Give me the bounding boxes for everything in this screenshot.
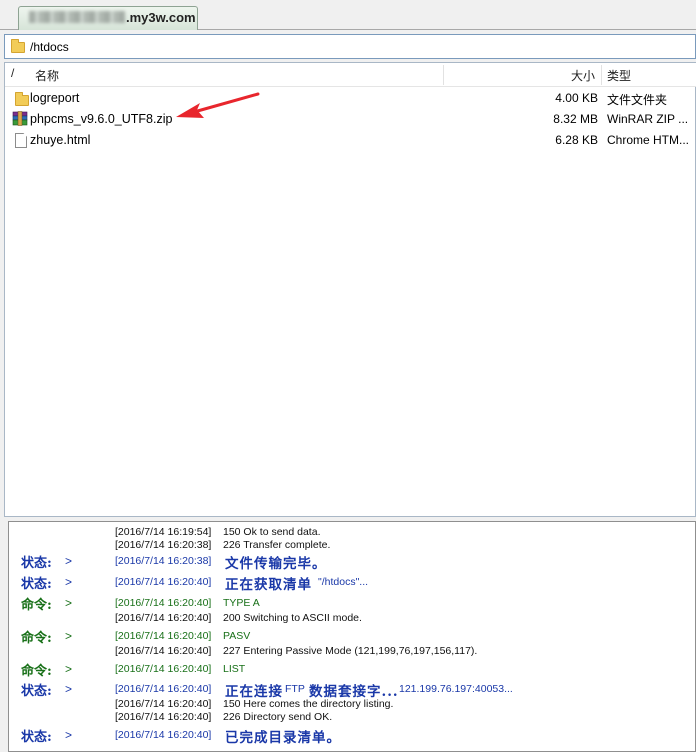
log-timestamp: [2016/7/14 16:20:40] — [115, 612, 212, 624]
file-type: 文件文件夹 — [607, 93, 668, 107]
log-timestamp: [2016/7/14 16:20:40] — [115, 576, 212, 588]
log-timestamp: [2016/7/14 16:20:40] — [115, 711, 212, 723]
file-size: 6.28 KB — [555, 133, 598, 147]
log-timestamp: [2016/7/14 16:20:40] — [115, 630, 212, 642]
log-message: 226 Transfer complete. — [223, 539, 331, 551]
connection-tab-strip: .my3w.com — [0, 0, 696, 30]
log-label: 状态: — [21, 577, 52, 592]
rar-archive-icon — [12, 111, 28, 126]
log-label: 命令: — [21, 598, 52, 613]
log-message-detail: "/htdocs"... — [318, 576, 369, 588]
file-row-phpcms-zip[interactable]: phpcms_v9.6.0_UTF8.zip 8.32 MB WinRAR ZI… — [5, 109, 696, 130]
file-size: 4.00 KB — [555, 91, 598, 105]
connection-tab-label: .my3w.com — [126, 10, 196, 25]
log-prompt: > — [65, 682, 73, 696]
log-message: 数据套接字... — [309, 684, 399, 700]
remote-path-bar[interactable]: /htdocs — [4, 34, 696, 59]
log-message: 150 Ok to send data. — [223, 526, 321, 538]
log-timestamp: [2016/7/14 16:20:38] — [115, 555, 212, 567]
file-name: phpcms_v9.6.0_UTF8.zip — [30, 112, 173, 126]
log-timestamp: [2016/7/14 16:20:40] — [115, 698, 212, 710]
remote-file-list[interactable]: / 名称 大小 类型 logreport 4.00 KB 文件文件夹 phpcm… — [4, 62, 696, 517]
log-message: 150 Here comes the directory listing. — [223, 698, 394, 710]
log-message-detail: FTP — [285, 683, 305, 695]
log-message: 227 Entering Passive Mode (121,199,76,19… — [223, 645, 478, 657]
log-message: 226 Directory send OK. — [223, 711, 333, 723]
log-message: LIST — [223, 663, 246, 675]
log-message: 200 Switching to ASCII mode. — [223, 612, 362, 624]
file-name: zhuye.html — [30, 133, 91, 147]
log-timestamp: [2016/7/14 16:20:40] — [115, 683, 212, 695]
log-timestamp: [2016/7/14 16:20:40] — [115, 729, 212, 741]
log-message: 正在连接 — [225, 684, 283, 700]
file-type: WinRAR ZIP ... — [607, 112, 689, 126]
column-header-size[interactable]: 大小 — [571, 67, 595, 84]
file-list-header: / 名称 大小 类型 — [5, 63, 696, 87]
log-message: TYPE A — [223, 597, 260, 609]
column-separator[interactable] — [443, 65, 444, 85]
log-label: 状态: — [21, 730, 52, 745]
log-prompt: > — [65, 575, 73, 589]
log-prompt: > — [65, 596, 73, 610]
log-prompt: > — [65, 554, 73, 568]
log-timestamp: [2016/7/14 16:20:40] — [115, 645, 212, 657]
log-message: 已完成目录清单。 — [225, 730, 341, 746]
log-message-detail: 121.199.76.197:40053... — [399, 683, 513, 695]
file-size: 8.32 MB — [553, 112, 598, 126]
log-prompt: > — [65, 728, 73, 742]
log-prompt: > — [65, 629, 73, 643]
log-message: 正在获取清单 — [225, 577, 312, 593]
file-row-zhuye-html[interactable]: zhuye.html 6.28 KB Chrome HTM... — [5, 130, 696, 151]
html-file-icon — [15, 133, 27, 148]
log-message: 文件传输完毕。 — [225, 556, 327, 572]
annotation-arrow-icon — [176, 92, 260, 118]
log-timestamp: [2016/7/14 16:20:40] — [115, 663, 212, 675]
blurred-hostname — [29, 11, 125, 23]
sort-indicator: / — [11, 66, 15, 80]
log-label: 状态: — [21, 684, 52, 699]
log-timestamp: [2016/7/14 16:20:38] — [115, 539, 212, 551]
log-label: 命令: — [21, 631, 52, 646]
log-label: 状态: — [21, 556, 52, 571]
connection-tab[interactable]: .my3w.com — [18, 6, 198, 30]
file-type: Chrome HTM... — [607, 133, 690, 147]
column-header-type[interactable]: 类型 — [607, 67, 631, 84]
log-prompt: > — [65, 662, 73, 676]
log-timestamp: [2016/7/14 16:19:54] — [115, 526, 212, 538]
column-separator[interactable] — [601, 65, 602, 85]
file-row-logreport[interactable]: logreport 4.00 KB 文件文件夹 — [5, 88, 696, 109]
file-name: logreport — [30, 91, 80, 105]
folder-icon — [11, 39, 25, 53]
log-message: PASV — [223, 630, 251, 642]
message-log-panel[interactable]: [2016/7/14 16:19:54] 150 Ok to send data… — [8, 521, 696, 752]
folder-icon — [15, 92, 29, 106]
log-label: 命令: — [21, 664, 52, 679]
column-header-name[interactable]: 名称 — [35, 67, 59, 84]
remote-path-text: /htdocs — [30, 40, 69, 54]
log-timestamp: [2016/7/14 16:20:40] — [115, 597, 212, 609]
